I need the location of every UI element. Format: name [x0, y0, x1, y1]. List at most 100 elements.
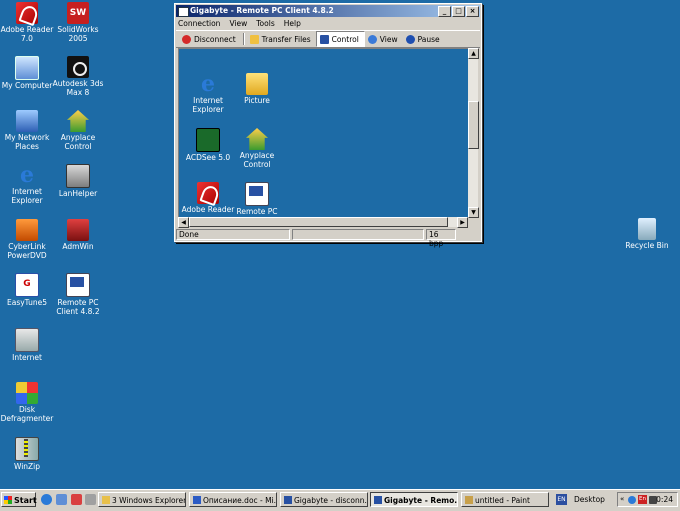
task-gigabyte-disconnected[interactable]: Gigabyte - disconn... [280, 492, 368, 507]
resize-grip-icon[interactable] [458, 229, 472, 238]
remote-pc-window: Gigabyte - Remote PC Client 4.8.2 _ □ × … [174, 3, 482, 248]
remote-pc-icon [245, 182, 269, 206]
admwin-icon [67, 219, 89, 241]
desktop-label: Desktop [574, 495, 605, 504]
desktop-icon-internet-explorer[interactable]: e Internet Explorer [0, 164, 54, 205]
3ds-max-icon [67, 56, 89, 78]
vertical-scroll-thumb[interactable] [468, 101, 479, 149]
desktop-icon-anyplace-control[interactable]: Anyplace Control [51, 110, 105, 151]
internet-explorer-icon: e [20, 162, 34, 188]
disconnect-button[interactable]: Disconnect [179, 32, 241, 46]
menu-tools[interactable]: Tools [256, 18, 274, 29]
tray-language-icon[interactable]: En [638, 495, 647, 504]
folder-icon [246, 73, 268, 95]
desktop-icon-easytune[interactable]: G EasyTune5 [0, 273, 54, 308]
quicklaunch-ie-icon[interactable] [41, 494, 52, 505]
app-icon [178, 7, 189, 17]
menu-bar: Connection View Tools Help [175, 18, 481, 29]
minimize-button[interactable]: _ [438, 6, 451, 17]
task-paint[interactable]: untitled - Paint [461, 492, 549, 507]
desktop-icon-adobe-reader[interactable]: Adobe Reader 7.0 [0, 2, 54, 43]
view-button[interactable]: View [365, 32, 403, 46]
adobe-reader-icon [197, 182, 219, 204]
quicklaunch-desktop-icon[interactable] [56, 494, 67, 505]
desktop-icon-disk-defragmenter[interactable]: Disk Defragmenter [0, 382, 54, 423]
easytune-icon: G [15, 273, 39, 297]
desktop-icon-autodesk-3ds[interactable]: Autodesk 3ds Max 8 [51, 56, 105, 97]
pause-button[interactable]: Pause [403, 32, 445, 46]
window-title-bar[interactable]: Gigabyte - Remote PC Client 4.8.2 _ □ × [176, 5, 480, 17]
status-text: Done [176, 229, 290, 240]
horizontal-scrollbar[interactable]: ◀ ▶ [178, 217, 468, 228]
desktop-icon-remote-pc-client[interactable]: Remote PC Client 4.8.2 [51, 273, 105, 316]
task-windows-explorer[interactable]: 3 Windows Explorer [98, 492, 186, 507]
quicklaunch-app-icon[interactable] [71, 494, 82, 505]
lanhelper-icon [66, 164, 90, 188]
anyplace-house-icon [67, 110, 89, 132]
menu-connection[interactable]: Connection [178, 18, 220, 29]
desktop-toolbar[interactable]: EN Desktop [553, 492, 609, 507]
horizontal-scroll-thumb[interactable] [189, 217, 448, 227]
task-word-document[interactable]: Описание.doc - Mi... [189, 492, 277, 507]
scroll-right-arrow-icon[interactable]: ▶ [457, 217, 468, 228]
quicklaunch-tool-icon[interactable] [85, 494, 96, 505]
powerdvd-icon [16, 219, 38, 241]
desktop-icon-winzip[interactable]: WinZip [0, 437, 54, 472]
remote-icon-picture[interactable]: Picture [230, 73, 284, 106]
internet-icon [15, 328, 39, 352]
status-bar: Done 16 bpp [176, 229, 479, 248]
desktop-icon-admwin[interactable]: AdmWin [51, 219, 105, 252]
desktop-icon-my-computer[interactable]: My Computer [0, 56, 54, 91]
scroll-up-arrow-icon[interactable]: ▲ [468, 48, 479, 59]
vertical-scrollbar[interactable]: ▲ ▼ [468, 48, 479, 218]
window-title: Gigabyte - Remote PC Client 4.8.2 [190, 6, 334, 15]
folder-icon [249, 34, 259, 44]
taskbar: Start 3 Windows Explorer Описание.doc - … [0, 489, 680, 511]
adobe-reader-icon [16, 2, 38, 24]
toolbar: Disconnect Transfer Files Control View P… [176, 30, 480, 48]
desktop-icon-internet[interactable]: Internet [0, 328, 54, 363]
remote-icon-internet-explorer[interactable]: e Internet Explorer [181, 73, 235, 114]
remote-icon-adobe-reader[interactable]: Adobe Reader [181, 182, 235, 215]
defragmenter-icon [16, 382, 38, 404]
acdsee-icon [196, 128, 220, 152]
menu-view[interactable]: View [229, 18, 247, 29]
transfer-files-button[interactable]: Transfer Files [247, 32, 316, 46]
winzip-icon [15, 437, 39, 461]
toolbar-separator [242, 33, 245, 45]
pause-icon [405, 34, 415, 44]
start-button[interactable]: Start [1, 492, 37, 507]
close-button[interactable]: × [466, 6, 479, 17]
control-icon [319, 34, 329, 44]
disconnect-icon [182, 34, 191, 44]
anyplace-house-icon [246, 128, 268, 150]
desktop-icon-cyberlink[interactable]: CyberLink PowerDVD [0, 219, 54, 260]
internet-explorer-icon: e [201, 71, 215, 97]
desktop-icon-recycle-bin[interactable]: Recycle Bin [620, 218, 674, 251]
language-indicator[interactable]: EN [556, 494, 567, 505]
scroll-down-arrow-icon[interactable]: ▼ [468, 207, 479, 218]
tray-expand-icon[interactable]: « [620, 495, 624, 503]
clock[interactable]: 0:24 [656, 493, 673, 506]
remote-icon-remote-pc[interactable]: Remote PC [230, 182, 284, 217]
remote-icon-acdsee[interactable]: ACDSee 5.0 [181, 128, 235, 163]
status-panel [292, 229, 424, 240]
task-gigabyte-remote[interactable]: Gigabyte - Remo... [370, 492, 458, 507]
network-icon [16, 110, 38, 132]
scroll-left-arrow-icon[interactable]: ◀ [178, 217, 189, 228]
tray-network-icon[interactable] [628, 496, 636, 504]
desktop-icon-network-places[interactable]: My Network Places [0, 110, 54, 151]
desktop-icon-lanhelper[interactable]: LanHelper [51, 164, 105, 199]
computer-icon [15, 56, 39, 80]
desktop-icon-solidworks[interactable]: SW SolidWorks 2005 [51, 2, 105, 43]
control-button[interactable]: Control [315, 31, 365, 47]
remote-desktop-view[interactable]: e Internet Explorer Picture ACDSee 5.0 A… [178, 48, 469, 218]
maximize-button[interactable]: □ [452, 6, 465, 17]
desktop: Adobe Reader 7.0 My Computer My Network … [0, 0, 680, 489]
remote-icon-anyplace[interactable]: Anyplace Control [230, 128, 284, 169]
remote-pc-icon [66, 273, 90, 297]
color-depth: 16 bpp [426, 229, 456, 248]
solidworks-icon: SW [67, 2, 89, 24]
menu-help[interactable]: Help [284, 18, 301, 29]
system-tray: « En 0:24 [617, 492, 678, 507]
